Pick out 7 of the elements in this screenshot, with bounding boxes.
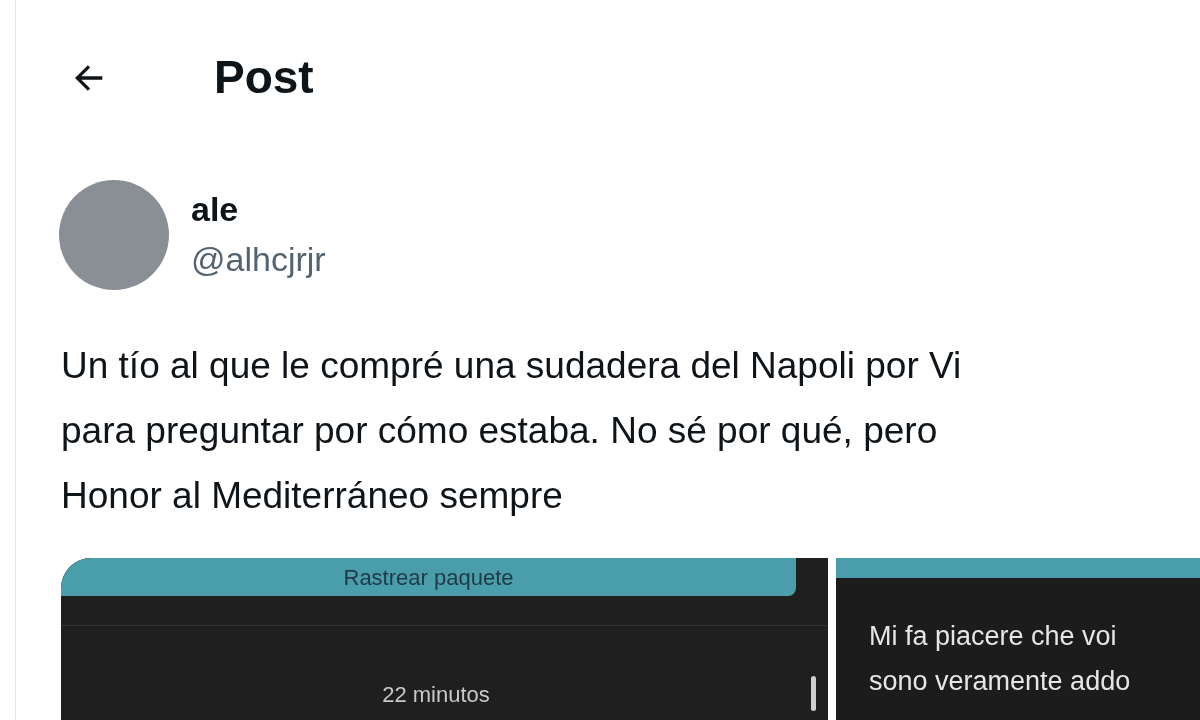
timestamp: 22 minutos [381,681,491,709]
post-text: Un tío al que le compré una sudadera del Napoli por Vi para preguntar por cómo estaba. No sé por qué, pero Honor al Mediterráneo sempre [60,344,963,518]
author-name[interactable]: ale [191,185,326,233]
author-handle[interactable]: @alhcjrjr [191,233,326,285]
page-title: Post [214,50,314,105]
scrollbar-thumb [811,676,816,711]
chat-message: Mi fa piacere che voi sono veramente addo [868,620,1132,698]
